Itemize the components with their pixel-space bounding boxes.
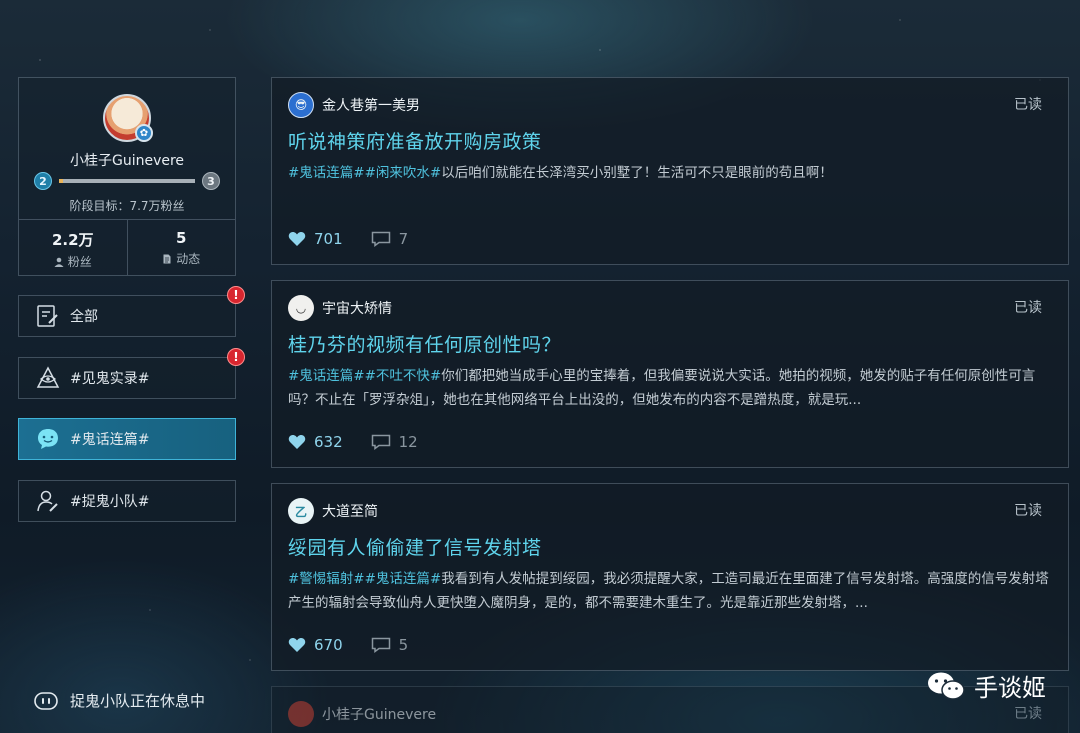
like-button[interactable]: 670 — [288, 636, 343, 654]
post-title[interactable]: 绥园有人偷偷建了信号发射塔 — [288, 533, 542, 560]
profile-username: 小桂子Guinevere — [69, 153, 185, 169]
author-name[interactable]: 大道至简 — [322, 501, 378, 521]
comment-button[interactable]: 12 — [371, 433, 418, 451]
comment-button[interactable]: 7 — [371, 230, 409, 248]
nav-label: #鬼话连篇# — [70, 432, 150, 448]
alert-badge-icon: ! — [227, 286, 245, 304]
watermark: 手谈姬 — [926, 668, 1046, 703]
read-status: 已读 — [1014, 503, 1042, 519]
level-next-badge: 3 — [202, 172, 220, 190]
like-button[interactable]: 701 — [288, 230, 343, 248]
like-count: 632 — [314, 433, 343, 451]
nav-label: 全部 — [70, 309, 98, 325]
posts-label: 动态 — [176, 252, 201, 266]
author-avatar[interactable] — [288, 701, 314, 727]
level-progress-bar — [59, 179, 195, 183]
profile-stats: 2.2万 粉丝 5 动态 — [19, 219, 235, 275]
person-icon — [54, 257, 64, 267]
post-title[interactable]: 听说神策府准备放开购房政策 — [288, 127, 542, 154]
squad-status-text: 捉鬼小队正在休息中 — [70, 692, 206, 710]
read-status: 已读 — [1014, 97, 1042, 113]
heart-icon — [288, 232, 306, 246]
document-edit-icon — [34, 302, 62, 330]
post-tags[interactable]: #鬼话连篇##不吐不快# — [288, 368, 441, 384]
post-title[interactable]: 桂乃芬的视频有任何原创性吗？ — [288, 330, 561, 357]
avatar[interactable]: ✿ — [103, 94, 153, 142]
heart-icon — [288, 638, 306, 652]
followers-stat[interactable]: 2.2万 粉丝 — [19, 220, 127, 275]
nav-ghost-squad[interactable]: #捉鬼小队# — [18, 480, 236, 522]
nav-label: #捉鬼小队# — [70, 494, 150, 510]
comment-button[interactable]: 5 — [371, 636, 409, 654]
like-count: 701 — [314, 230, 343, 248]
author-name[interactable]: 金人巷第一美男 — [322, 95, 420, 115]
like-button[interactable]: 632 — [288, 433, 343, 451]
chat-bubble-icon — [34, 425, 62, 453]
verified-badge-icon: ✿ — [135, 124, 153, 142]
alert-badge-icon: ! — [227, 348, 245, 366]
posts-stat[interactable]: 5 动态 — [126, 220, 236, 275]
author-name[interactable]: 小桂子Guinevere — [322, 704, 436, 724]
followers-label: 粉丝 — [67, 255, 92, 269]
read-status: 已读 — [1014, 706, 1042, 722]
nav-label: #见鬼实录# — [70, 371, 150, 387]
nav-ghost-records[interactable]: #见鬼实录# ! — [18, 348, 245, 399]
profile-card: ✿ 小桂子Guinevere 2 3 阶段目标：7.7万粉丝 2.2万 粉丝 5… — [18, 77, 236, 276]
comment-icon — [371, 231, 390, 247]
post-card[interactable]: ◡ 宇宙大矫情 已读 桂乃芬的视频有任何原创性吗？ #鬼话连篇##不吐不快#你们… — [271, 280, 1069, 468]
post-card[interactable]: 😎 金人巷第一美男 已读 听说神策府准备放开购房政策 #鬼话连篇##闲来吹水#以… — [271, 77, 1069, 265]
heart-icon — [288, 435, 306, 449]
post-text: 以后咱们就能在长泽湾买小别墅了！生活可不只是眼前的苟且啊！ — [441, 165, 833, 181]
post-tags[interactable]: #警惕辐射##鬼话连篇# — [288, 571, 441, 587]
author-avatar[interactable]: 😎 — [288, 92, 314, 118]
comment-icon — [371, 434, 390, 450]
level-current-badge: 2 — [34, 172, 52, 190]
post-card[interactable]: 乙 大道至简 已读 绥园有人偷偷建了信号发射塔 #警惕辐射##鬼话连篇#我看到有… — [271, 483, 1069, 671]
nav-ghost-talks[interactable]: #鬼话连篇# — [18, 418, 236, 460]
comment-count: 7 — [398, 230, 409, 248]
author-name[interactable]: 宇宙大矫情 — [322, 298, 392, 318]
robot-face-icon — [34, 691, 58, 710]
comment-count: 5 — [398, 636, 409, 654]
document-icon — [163, 254, 171, 263]
level-progress-fill — [59, 179, 64, 183]
comment-icon — [371, 637, 390, 653]
comment-count: 12 — [398, 433, 418, 451]
posts-count: 5 — [176, 229, 187, 247]
person-edit-icon — [34, 487, 62, 515]
squad-status: 捉鬼小队正在休息中 — [34, 690, 205, 711]
followers-count: 2.2万 — [51, 231, 94, 249]
wechat-icon — [928, 672, 965, 700]
author-avatar[interactable]: 乙 — [288, 498, 314, 524]
read-status: 已读 — [1014, 300, 1042, 316]
watermark-text: 手谈姬 — [974, 674, 1046, 702]
post-tags[interactable]: #鬼话连篇##闲来吹水# — [288, 165, 441, 181]
triangle-eye-icon — [34, 364, 62, 392]
nav-all[interactable]: 全部 ! — [18, 286, 245, 337]
like-count: 670 — [314, 636, 343, 654]
stage-goal: 阶段目标：7.7万粉丝 — [69, 199, 185, 213]
author-avatar[interactable]: ◡ — [288, 295, 314, 321]
